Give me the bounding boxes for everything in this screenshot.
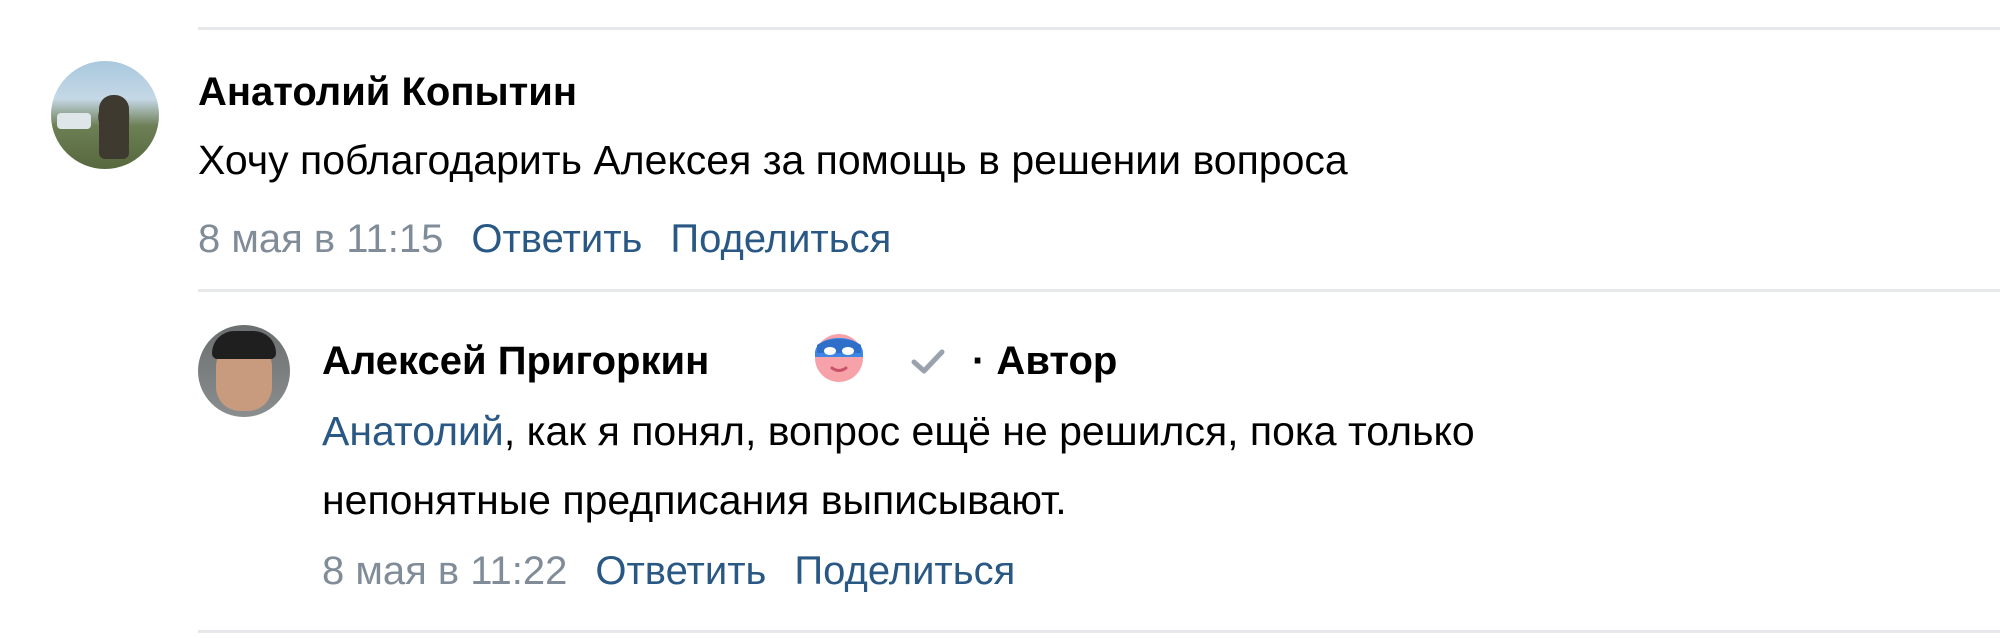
share-button[interactable]: Поделиться (794, 549, 1015, 593)
comment-text: Анатолий, как я понял, вопрос ещё не реш… (322, 397, 1475, 535)
comment-author[interactable]: Алексей Пригоркин (322, 337, 709, 385)
checkmark-icon (911, 349, 945, 374)
author-tag: · Автор (972, 339, 1118, 383)
comment-author[interactable]: Анатолий Копытин (198, 68, 577, 116)
divider-top (198, 27, 2000, 30)
comment-text: Хочу поблагодарить Алексея за помощь в р… (198, 137, 1348, 183)
divider-middle (198, 289, 2000, 292)
comment-meta: 8 мая в 11:15 Ответить Поделиться (198, 214, 891, 264)
car-shape (57, 113, 91, 129)
hat-shape (212, 331, 276, 359)
comment-meta: 8 мая в 11:22 Ответить Поделиться (322, 546, 1015, 596)
superhero-mask-icon (815, 334, 863, 382)
comment-text-line: Анатолий, как я понял, вопрос ещё не реш… (322, 397, 1475, 466)
reply-button[interactable]: Ответить (595, 549, 766, 593)
avatar[interactable] (198, 325, 290, 417)
mention-link[interactable]: Анатолий (322, 408, 504, 454)
comment-date[interactable]: 8 мая в 11:22 (322, 549, 567, 593)
divider-bottom (198, 630, 2000, 633)
person-shape (99, 95, 129, 159)
comment-text-fragment: , как я понял, вопрос ещё не решился, по… (503, 408, 1475, 454)
reply-button[interactable]: Ответить (471, 217, 642, 261)
comment-date[interactable]: 8 мая в 11:15 (198, 217, 443, 261)
comment-text-line: непонятные предписания выписывают. (322, 477, 1067, 523)
share-button[interactable]: Поделиться (670, 217, 891, 261)
avatar[interactable] (51, 61, 159, 169)
